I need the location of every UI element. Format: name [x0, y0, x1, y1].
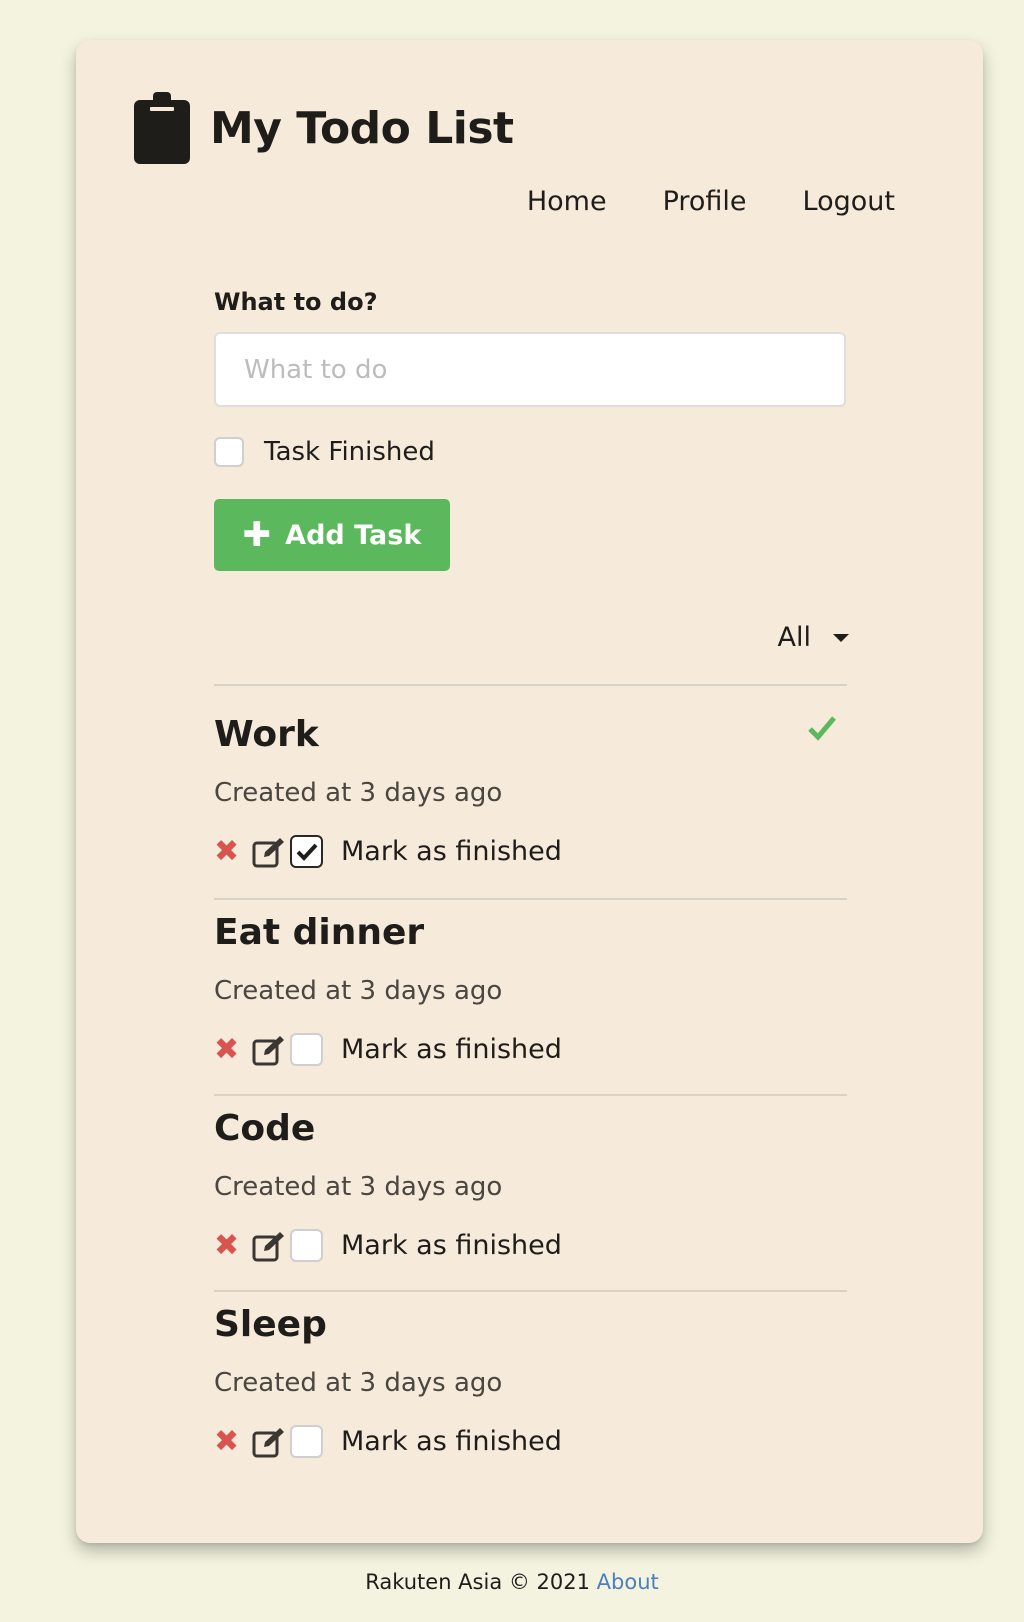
add-task-label: Add Task [285, 519, 422, 551]
todo-card: My Todo List Home Profile Logout What to… [76, 40, 983, 1543]
task-finished-row: Task Finished [214, 437, 846, 467]
mark-finished-checkbox[interactable] [290, 1229, 323, 1262]
mark-finished-checkbox[interactable] [290, 1425, 323, 1458]
delete-x-icon[interactable]: ✖ [214, 1032, 248, 1067]
edit-icon[interactable] [252, 836, 286, 868]
app-title: My Todo List [210, 102, 514, 154]
filter-dropdown[interactable]: All [778, 622, 849, 653]
task-actions: ✖ Mark as finished [214, 1228, 562, 1263]
main-nav: Home Profile Logout [527, 186, 895, 217]
task-created: Created at 3 days ago [214, 976, 503, 1006]
task-item: Eat dinner Created at 3 days ago ✖ Mark as … [214, 898, 847, 1094]
task-title: Sleep [214, 1304, 327, 1345]
filter-value: All [777, 622, 811, 653]
task-title: Eat dinner [214, 912, 425, 953]
task-actions: ✖ Mark as finished [214, 1032, 562, 1067]
delete-x-icon[interactable]: ✖ [214, 1424, 248, 1459]
mark-finished-label: Mark as finished [341, 1034, 562, 1065]
mark-finished-checkbox[interactable] [290, 1033, 323, 1066]
task-finished-label: Task Finished [264, 437, 435, 467]
add-task-form: What to do? Task Finished ✚ Add Task [214, 288, 846, 571]
task-actions: ✖ Mark as finished [214, 1424, 562, 1459]
edit-icon[interactable] [252, 1034, 286, 1066]
task-item: Work Created at 3 days ago ✖ Mark as finish… [214, 684, 847, 898]
add-task-button[interactable]: ✚ Add Task [214, 499, 450, 571]
task-title: Code [214, 1108, 316, 1149]
delete-x-icon[interactable]: ✖ [214, 1228, 248, 1263]
nav-home-link[interactable]: Home [527, 186, 607, 217]
task-created: Created at 3 days ago [214, 1368, 503, 1398]
nav-logout-link[interactable]: Logout [803, 186, 895, 217]
footer-text: Rakuten Asia © 2021 [365, 1570, 597, 1594]
task-item: Sleep Created at 3 days ago ✖ Mark as finis… [214, 1290, 847, 1486]
delete-x-icon[interactable]: ✖ [214, 834, 248, 869]
caret-down-icon [833, 633, 849, 642]
mark-finished-checkbox[interactable] [290, 835, 323, 868]
mark-finished-label: Mark as finished [341, 1426, 562, 1457]
clipboard-icon [134, 92, 190, 164]
task-list: Work Created at 3 days ago ✖ Mark as finish… [214, 684, 847, 1486]
task-created: Created at 3 days ago [214, 778, 503, 808]
checkmark-icon [808, 716, 836, 741]
nav-profile-link[interactable]: Profile [663, 186, 747, 217]
about-link[interactable]: About [597, 1570, 659, 1594]
plus-icon: ✚ [242, 515, 272, 555]
footer: Rakuten Asia © 2021 About [0, 1570, 1024, 1594]
edit-icon[interactable] [252, 1426, 286, 1458]
mark-finished-label: Mark as finished [341, 836, 562, 867]
task-actions: ✖ Mark as finished [214, 834, 562, 869]
task-title: Work [214, 714, 319, 755]
task-item: Code Created at 3 days ago ✖ Mark as finish… [214, 1094, 847, 1290]
task-input[interactable] [214, 332, 846, 407]
mark-finished-label: Mark as finished [341, 1230, 562, 1261]
brand: My Todo List [134, 92, 514, 164]
edit-icon[interactable] [252, 1230, 286, 1262]
task-finished-checkbox[interactable] [214, 437, 244, 467]
task-input-label: What to do? [214, 288, 378, 316]
task-created: Created at 3 days ago [214, 1172, 503, 1202]
